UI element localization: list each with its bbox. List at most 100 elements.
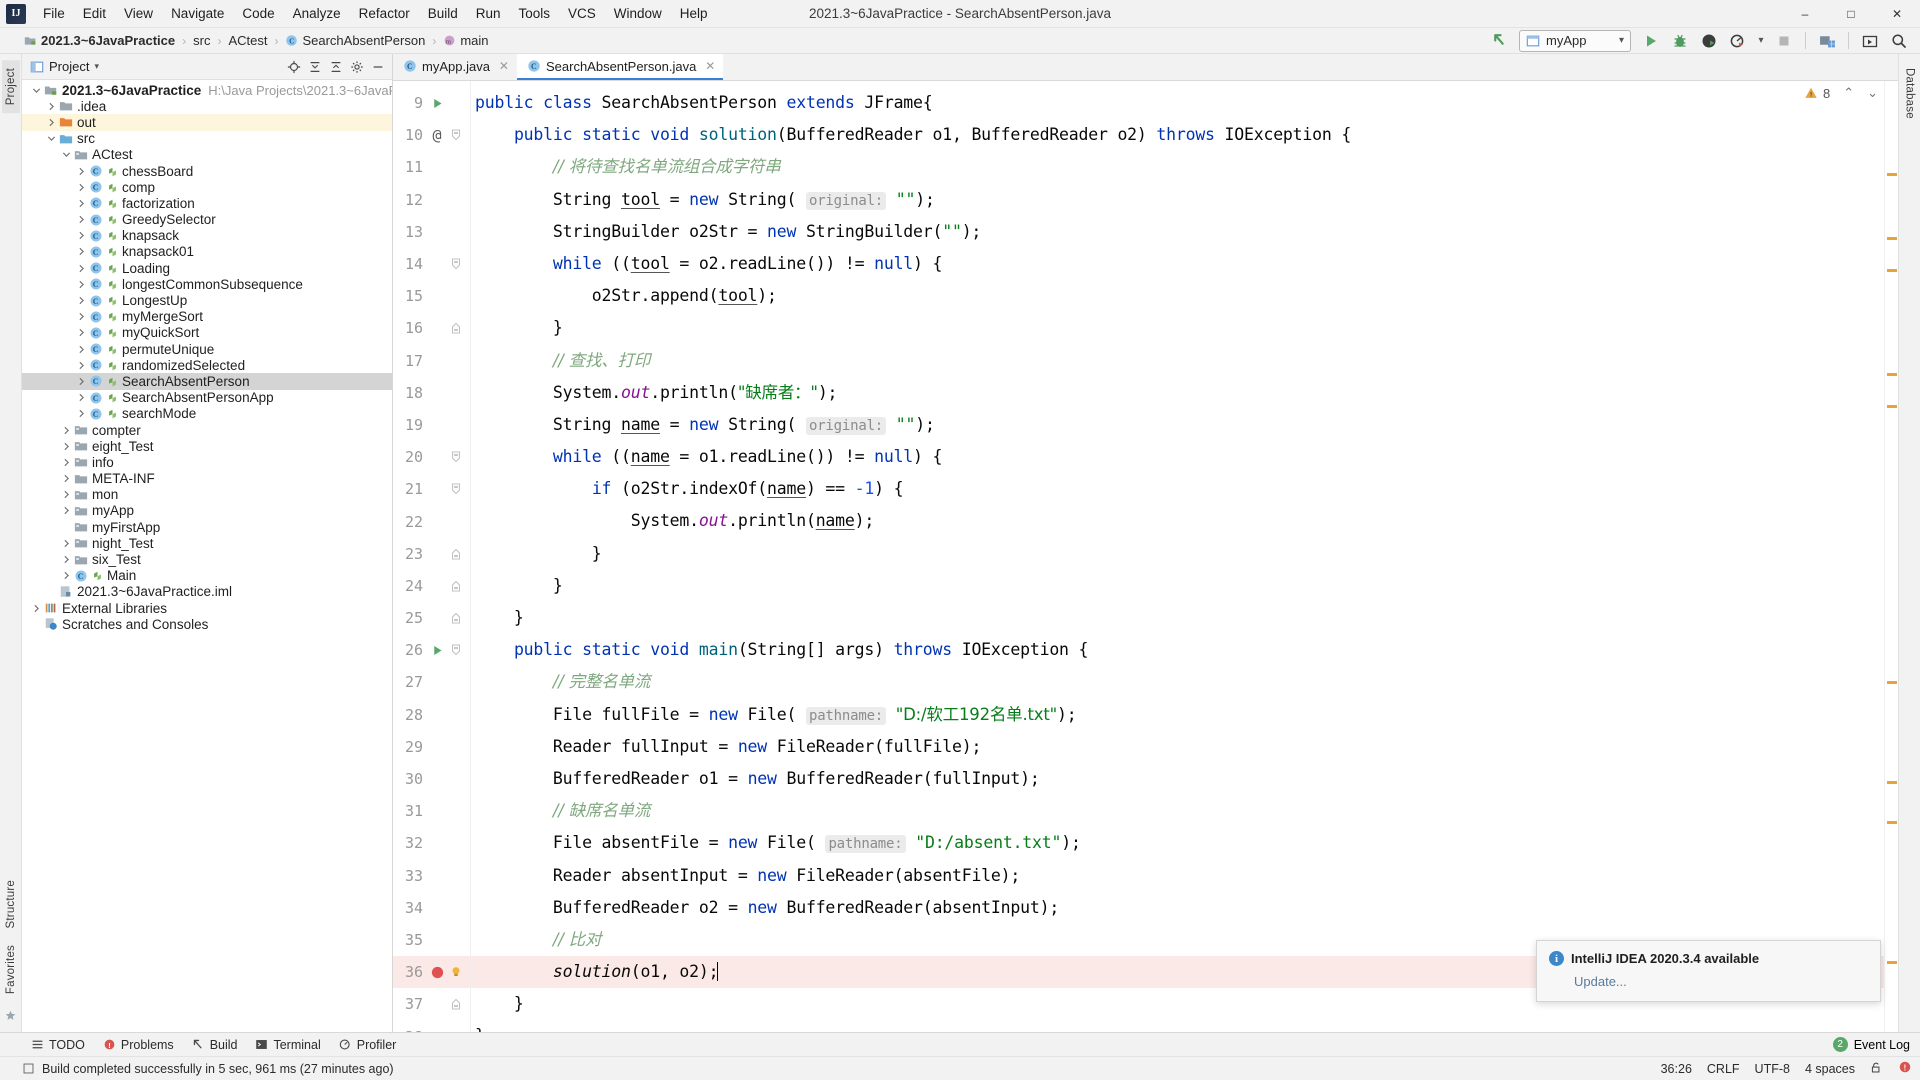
event-log-area[interactable]: 2 Event Log <box>1832 1037 1920 1052</box>
override-marker-icon[interactable]: @ <box>427 126 447 144</box>
code-line-13[interactable]: StringBuilder o2Str = new StringBuilder(… <box>471 216 1884 248</box>
menu-item-window[interactable]: Window <box>605 3 671 24</box>
gutter-line-25[interactable]: 25 <box>393 602 470 634</box>
menu-item-file[interactable]: File <box>34 3 74 24</box>
menu-item-tools[interactable]: Tools <box>510 3 560 24</box>
code-content[interactable]: public class SearchAbsentPerson extends … <box>471 81 1884 1032</box>
chevron-right-icon[interactable] <box>75 231 88 240</box>
locate-icon[interactable] <box>284 57 304 77</box>
menu-item-analyze[interactable]: Analyze <box>284 3 350 24</box>
tool-button-build[interactable]: Build <box>183 1036 247 1054</box>
tree-node-searchmode[interactable]: CsearchMode <box>22 406 392 422</box>
build-project-button[interactable] <box>1814 30 1840 52</box>
next-problem-icon[interactable]: ⌄ <box>1867 85 1878 101</box>
chevron-right-icon[interactable] <box>75 247 88 256</box>
code-line-9[interactable]: public class SearchAbsentPerson extends … <box>471 87 1884 119</box>
gutter-line-37[interactable]: 37 <box>393 988 470 1020</box>
menu-item-refactor[interactable]: Refactor <box>350 3 419 24</box>
chevron-right-icon[interactable] <box>60 442 73 451</box>
notification-update-link[interactable]: Update... <box>1574 974 1868 989</box>
tree-node-greedyselector[interactable]: C GreedySelector <box>22 212 392 228</box>
fold-region-start-icon[interactable] <box>447 127 465 143</box>
run-gutter-icon[interactable] <box>427 97 447 110</box>
fold-region-end-icon[interactable] <box>447 320 465 336</box>
tool-button-todo[interactable]: TODO <box>22 1036 94 1054</box>
chevron-down-icon[interactable] <box>45 134 58 143</box>
menu-item-run[interactable]: Run <box>467 3 510 24</box>
gutter-line-9[interactable]: 9 <box>393 87 470 119</box>
fold-region-end-icon[interactable] <box>447 610 465 626</box>
code-line-30[interactable]: BufferedReader o1 = new BufferedReader(f… <box>471 763 1884 795</box>
fold-region-start-icon[interactable] <box>447 642 465 658</box>
close-button[interactable]: ✕ <box>1874 0 1920 28</box>
tree-node-searchabsentperson[interactable]: C SearchAbsentPerson <box>22 373 392 390</box>
code-line-11[interactable]: // 将待查找名单流组合成字符串 <box>471 151 1884 183</box>
chevron-right-icon[interactable] <box>60 539 73 548</box>
tree-node-main[interactable]: C Main <box>22 568 392 584</box>
menu-item-help[interactable]: Help <box>671 3 717 24</box>
breadcrumb-src[interactable]: src <box>191 33 212 48</box>
code-line-34[interactable]: BufferedReader o2 = new BufferedReader(a… <box>471 892 1884 924</box>
sidebar-item-favorites[interactable]: Favorites <box>2 937 20 1002</box>
tree-node-myapp[interactable]: myApp <box>22 503 392 519</box>
code-line-10[interactable]: public static void solution(BufferedRead… <box>471 119 1884 151</box>
tab-searchabsentperson-java[interactable]: C SearchAbsentPerson.java ✕ <box>516 54 724 80</box>
gutter-line-24[interactable]: 24 <box>393 570 470 602</box>
chevron-right-icon[interactable] <box>75 409 88 418</box>
gutter-line-14[interactable]: 14 <box>393 248 470 280</box>
gutter-line-17[interactable]: 17 <box>393 345 470 377</box>
update-notification[interactable]: i IntelliJ IDEA 2020.3.4 available Updat… <box>1536 940 1881 1002</box>
gutter-line-19[interactable]: 19 <box>393 409 470 441</box>
chevron-right-icon[interactable] <box>45 118 58 127</box>
gutter-line-10[interactable]: 10 @ <box>393 119 470 151</box>
chevron-right-icon[interactable] <box>60 490 73 499</box>
menu-item-vcs[interactable]: VCS <box>559 3 605 24</box>
gutter-line-33[interactable]: 33 <box>393 860 470 892</box>
close-icon[interactable]: ✕ <box>499 59 509 73</box>
tree-node-myfirstapp[interactable]: myFirstApp <box>22 519 392 535</box>
tree-node-night-test[interactable]: night_Test <box>22 535 392 551</box>
chevron-right-icon[interactable] <box>60 458 73 467</box>
previous-problem-icon[interactable]: ⌃ <box>1843 85 1854 101</box>
tree-node-external-libraries[interactable]: External Libraries <box>22 600 392 616</box>
code-line-25[interactable]: } <box>471 602 1884 634</box>
fold-region-start-icon[interactable] <box>447 449 465 465</box>
gutter-line-12[interactable]: 12 <box>393 184 470 216</box>
code-line-18[interactable]: System.out.println("缺席者："); <box>471 377 1884 409</box>
tree-node-info[interactable]: info <box>22 454 392 470</box>
tree-node-factorization[interactable]: Cfactorization <box>22 195 392 211</box>
close-icon[interactable]: ✕ <box>705 59 715 73</box>
chevron-right-icon[interactable] <box>75 345 88 354</box>
run-button[interactable] <box>1638 30 1664 52</box>
tree-node-longestup[interactable]: C LongestUp <box>22 292 392 308</box>
code-line-22[interactable]: System.out.println(name); <box>471 505 1884 537</box>
caret-position[interactable]: 36:26 <box>1661 1062 1692 1076</box>
tool-button-terminal[interactable]: Terminal <box>246 1036 329 1054</box>
gutter-line-11[interactable]: 11 <box>393 151 470 183</box>
bookmark-icon[interactable] <box>5 1002 16 1032</box>
chevron-right-icon[interactable] <box>60 555 73 564</box>
chevron-down-icon[interactable] <box>30 86 43 95</box>
code-line-23[interactable]: } <box>471 538 1884 570</box>
gutter-line-23[interactable]: 23 <box>393 538 470 570</box>
gutter-line-27[interactable]: 27 <box>393 666 470 698</box>
tree-node-mymergesort[interactable]: CmyMergeSort <box>22 309 392 325</box>
chevron-right-icon[interactable] <box>75 183 88 192</box>
tool-button-problems[interactable]: ! Problems <box>94 1036 183 1054</box>
fold-region-start-icon[interactable] <box>447 256 465 272</box>
code-line-14[interactable]: while ((tool = o2.readLine()) != null) { <box>471 248 1884 280</box>
hide-panel-icon[interactable] <box>368 57 388 77</box>
run-with-coverage-button[interactable] <box>1696 30 1722 52</box>
gutter-line-34[interactable]: 34 <box>393 892 470 924</box>
run-configuration-selector[interactable]: myApp ▾ <box>1519 29 1631 52</box>
code-line-15[interactable]: o2Str.append(tool); <box>471 280 1884 312</box>
breadcrumb-class[interactable]: C SearchAbsentPerson <box>283 33 427 48</box>
chevron-right-icon[interactable] <box>75 296 88 305</box>
chevron-right-icon[interactable] <box>60 571 73 580</box>
error-icon[interactable]: ! <box>1898 1060 1912 1077</box>
breakpoint-icon[interactable] <box>427 965 447 980</box>
gutter-line-29[interactable]: 29 <box>393 731 470 763</box>
code-line-26[interactable]: public static void main(String[] args) t… <box>471 634 1884 666</box>
chevron-right-icon[interactable] <box>75 393 88 402</box>
tree-node-mon[interactable]: mon <box>22 487 392 503</box>
